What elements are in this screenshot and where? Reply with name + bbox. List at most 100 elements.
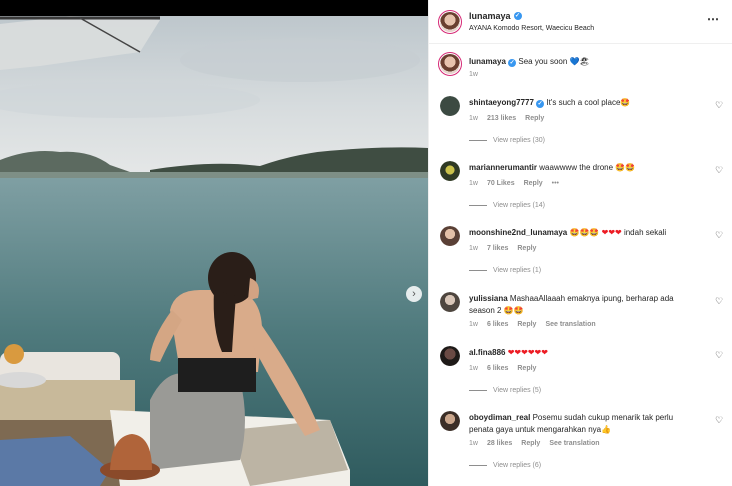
like-heart-icon[interactable]: ♡ — [715, 165, 723, 176]
verified-icon: ✓ — [536, 100, 545, 108]
view-replies-label: View replies (6) — [493, 462, 542, 469]
replies-line — [469, 205, 487, 206]
comment-time: 1w — [469, 440, 478, 447]
caption-avatar[interactable] — [438, 52, 462, 76]
more-options-icon[interactable]: ⋯ — [707, 12, 720, 26]
caption-username[interactable]: lunamaya — [469, 57, 506, 66]
comment-body: It's such a cool place — [546, 98, 621, 107]
comment-username[interactable]: moonshine2nd_lunamaya — [469, 228, 567, 237]
see-translation-button[interactable]: See translation — [545, 321, 595, 328]
comment-text: mariannerumantir waawwww the drone 🤩🤩 — [469, 162, 699, 174]
view-replies-label: View replies (30) — [493, 137, 546, 144]
comment-body: waawwww the drone — [539, 163, 614, 172]
comment-emoji: 🤩🤩 — [615, 163, 636, 172]
comment-meta: 1w 6 likes Reply — [469, 365, 536, 372]
like-heart-icon[interactable]: ♡ — [715, 415, 723, 426]
see-translation-button[interactable]: See translation — [549, 440, 599, 447]
chevron-right-icon: › — [412, 287, 416, 300]
verified-icon: ✓ — [508, 59, 517, 67]
comment-emoji: 👍 — [601, 425, 612, 434]
comment-emoji: 🤩 — [620, 98, 631, 107]
replies-line — [469, 140, 487, 141]
photo-top-bar — [0, 0, 428, 16]
verified-icon: ✓ — [513, 12, 522, 20]
comment-item: al.fina886 ❤❤❤❤❤❤ 1w 6 likes Reply ♡ Vie… — [429, 344, 732, 402]
caption-emoji: 💙🏖 — [569, 57, 590, 66]
reply-button[interactable]: Reply — [525, 115, 544, 122]
comment-body: indah sekali — [623, 228, 667, 237]
reply-button[interactable]: Reply — [517, 321, 536, 328]
view-replies-button[interactable]: View replies (1) — [469, 267, 541, 274]
like-heart-icon[interactable]: ♡ — [715, 100, 723, 111]
comment-hearts: ❤❤❤ — [601, 228, 622, 237]
commenter-avatar[interactable] — [440, 346, 460, 366]
comment-item: mariannerumantir waawwww the drone 🤩🤩 1w… — [429, 159, 732, 217]
commenter-avatar[interactable] — [440, 292, 460, 312]
author-avatar[interactable] — [438, 10, 462, 34]
comment-item: moonshine2nd_lunamaya 🤩🤩🤩 ❤❤❤ indah seka… — [429, 224, 732, 282]
comments-panel: lunamaya ✓ AYANA Komodo Resort, Waecicu … — [428, 0, 732, 486]
caption-text: lunamaya ✓ Sea you soon 💙🏖 — [469, 56, 699, 68]
more-dots-icon[interactable]: ••• — [552, 180, 559, 187]
author-username-row[interactable]: lunamaya ✓ — [469, 11, 522, 21]
comment-hearts: ❤❤❤❤❤❤ — [507, 348, 548, 357]
comment-likes[interactable]: 7 likes — [487, 245, 508, 252]
comment-text: shintaeyong7777 ✓ It's such a cool place… — [469, 97, 699, 109]
comment-meta: 1w 6 likes Reply See translation — [469, 321, 596, 328]
comment-meta: 1w 213 likes Reply — [469, 115, 544, 122]
caption-meta: 1w — [469, 71, 478, 78]
comment-likes[interactable]: 213 likes — [487, 115, 516, 122]
view-replies-button[interactable]: View replies (14) — [469, 202, 545, 209]
view-replies-button[interactable]: View replies (5) — [469, 387, 541, 394]
view-replies-button[interactable]: View replies (30) — [469, 137, 545, 144]
reply-button[interactable]: Reply — [517, 245, 536, 252]
comment-username[interactable]: oboydiman_real — [469, 413, 530, 422]
comment-username[interactable]: mariannerumantir — [469, 163, 537, 172]
view-replies-label: View replies (14) — [493, 202, 546, 209]
commenter-avatar[interactable] — [440, 161, 460, 181]
replies-line — [469, 465, 487, 466]
comment-item: yulissiana MashaaAllaaah emaknya ipung, … — [429, 290, 732, 336]
comment-username[interactable]: yulissiana — [469, 294, 508, 303]
comment-meta: 1w 70 Likes Reply ••• — [469, 180, 559, 187]
author-username[interactable]: lunamaya — [469, 11, 511, 21]
commenter-avatar[interactable] — [440, 96, 460, 116]
comment-likes[interactable]: 6 likes — [487, 321, 508, 328]
like-heart-icon[interactable]: ♡ — [715, 230, 723, 241]
post-location[interactable]: AYANA Komodo Resort, Waecicu Beach — [469, 25, 594, 32]
comment-item: shintaeyong7777 ✓ It's such a cool place… — [429, 94, 732, 152]
reply-button[interactable]: Reply — [524, 180, 543, 187]
reply-button[interactable]: Reply — [521, 440, 540, 447]
next-image-button[interactable]: › — [406, 286, 422, 302]
commenter-avatar[interactable] — [440, 411, 460, 431]
reply-button[interactable]: Reply — [517, 365, 536, 372]
view-replies-label: View replies (1) — [493, 267, 542, 274]
comment-time: 1w — [469, 321, 478, 328]
comment-emoji: 🤩🤩🤩 — [569, 228, 600, 237]
like-heart-icon[interactable]: ♡ — [715, 350, 723, 361]
comment-likes[interactable]: 70 Likes — [487, 180, 515, 187]
commenter-avatar[interactable] — [440, 226, 460, 246]
comment-likes[interactable]: 6 likes — [487, 365, 508, 372]
caption-body: Sea you soon — [518, 57, 568, 66]
view-replies-label: View replies (5) — [493, 387, 542, 394]
comment-time: 1w — [469, 365, 478, 372]
comment-username[interactable]: al.fina886 — [469, 348, 505, 357]
comment-username[interactable]: shintaeyong7777 — [469, 98, 534, 107]
comment-emoji: 🤩🤩 — [503, 306, 524, 315]
comment-meta: 1w 28 likes Reply See translation — [469, 440, 600, 447]
view-replies-button[interactable]: View replies (6) — [469, 462, 541, 469]
comment-text: al.fina886 ❤❤❤❤❤❤ — [469, 347, 699, 359]
comment-likes[interactable]: 28 likes — [487, 440, 512, 447]
caption-time: 1w — [469, 71, 478, 78]
comment-text: yulissiana MashaaAllaaah emaknya ipung, … — [469, 293, 699, 317]
post-photo[interactable]: › — [0, 0, 428, 486]
comment-time: 1w — [469, 245, 478, 252]
replies-line — [469, 390, 487, 391]
comment-item: oboydiman_real Posemu sudah cukup menari… — [429, 409, 732, 479]
like-heart-icon[interactable]: ♡ — [715, 296, 723, 307]
post-header: lunamaya ✓ AYANA Komodo Resort, Waecicu … — [429, 0, 732, 44]
comment-time: 1w — [469, 180, 478, 187]
comment-text: moonshine2nd_lunamaya 🤩🤩🤩 ❤❤❤ indah seka… — [469, 227, 699, 239]
comment-time: 1w — [469, 115, 478, 122]
